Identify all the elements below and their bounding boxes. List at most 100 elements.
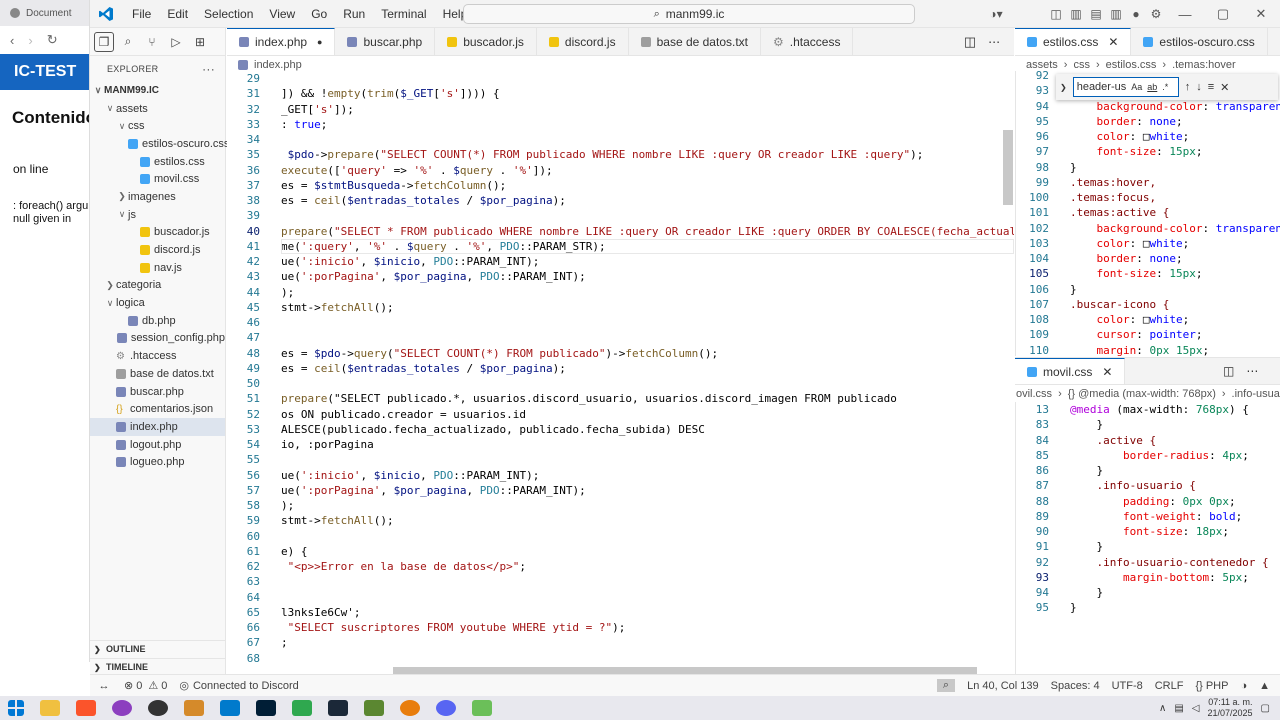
breadcrumb-item[interactable]: estilos.css <box>1106 59 1157 71</box>
vscode-taskbar-icon[interactable] <box>220 700 240 716</box>
tray-chevron-icon[interactable]: ∧ <box>1159 703 1166 714</box>
code-line[interactable]: io, :porPagina <box>281 437 1014 452</box>
search-view-icon[interactable]: ⌕ <box>118 32 138 52</box>
settings-gear-icon[interactable]: ⚙ <box>1146 7 1166 21</box>
code-line[interactable]: e) { <box>281 544 1014 559</box>
notifications-icon[interactable]: ▲ <box>1259 680 1270 692</box>
breadcrumb-item[interactable]: .info-usuar <box>1232 388 1280 400</box>
copilot-status-icon[interactable]: ◑ <box>1240 680 1247 692</box>
tree-item-nav-js[interactable]: nav.js <box>90 259 225 277</box>
tab-buscar-php[interactable]: buscar.php <box>335 28 436 55</box>
cursor-position[interactable]: Ln 40, Col 139 <box>967 680 1039 692</box>
account-icon[interactable]: ● <box>1126 7 1146 21</box>
camtasia-icon[interactable] <box>292 700 312 716</box>
encoding[interactable]: UTF-8 <box>1112 680 1143 692</box>
tree-item-logica[interactable]: ∨ logica <box>90 294 225 312</box>
tree-item-buscar-php[interactable]: buscar.php <box>90 383 225 401</box>
remote-icon[interactable]: ↔ <box>90 680 118 692</box>
error-icon[interactable]: ⊗ <box>124 679 133 692</box>
tree-item-estilos-css[interactable]: estilos.css <box>90 153 225 171</box>
code-line[interactable]: es = $stmtBusqueda->fetchColumn(); <box>281 178 1014 193</box>
code-line[interactable]: .temas:active { <box>1070 205 1280 220</box>
tree-item--htaccess[interactable]: ⚙ .htaccess <box>90 347 225 365</box>
vertical-scrollbar[interactable] <box>1003 130 1013 205</box>
breadcrumb-file[interactable]: index.php <box>254 59 302 71</box>
forward-icon[interactable]: › <box>28 33 32 48</box>
menu-selection[interactable]: Selection <box>196 7 261 21</box>
run-debug-icon[interactable]: ▷ <box>166 32 186 52</box>
tab--htaccess[interactable]: ⚙ .htaccess <box>761 28 854 55</box>
code-line[interactable] <box>281 376 1014 391</box>
minecraft-icon[interactable] <box>364 700 384 716</box>
code-line[interactable]: ue(':porPagina', $por_pagina, PDO::PARAM… <box>281 269 1014 284</box>
tab-estilos-oscuro-css[interactable]: estilos-oscuro.css <box>1131 28 1268 55</box>
breadcrumb-item[interactable]: .temas:hover <box>1172 59 1236 71</box>
tab-index-php[interactable]: index.php ● <box>227 28 336 55</box>
layout-icon[interactable]: ◫ <box>1046 7 1066 21</box>
close-find-icon[interactable]: ✕ <box>1220 81 1229 94</box>
code-line[interactable]: es = ceil($entradas_totales / $por_pagin… <box>281 193 1014 208</box>
code-line[interactable]: @media (max-width: 768px) { <box>1070 402 1280 417</box>
tree-item-index-php[interactable]: index.php <box>90 418 225 436</box>
main-code-editor[interactable]: 29 31 32 33 34 35 36 37 38 39 40 41 42 43 44 45 46 47 48 49… <box>227 71 1014 675</box>
command-center-search[interactable]: ⌕ manm99.ic <box>463 4 915 24</box>
tree-item-movil-css[interactable]: movil.css <box>90 170 225 188</box>
split-editor-icon[interactable]: ◫ <box>1223 364 1234 378</box>
tab-discord-js[interactable]: discord.js <box>537 28 629 55</box>
toggle-secondary-sidebar-icon[interactable]: ▥ <box>1106 7 1126 21</box>
steam-icon[interactable] <box>328 700 348 716</box>
code-line[interactable]: stmt->fetchAll(); <box>281 513 1014 528</box>
notepad-icon[interactable] <box>472 700 492 716</box>
close-tab-icon[interactable]: ✕ <box>1102 365 1112 379</box>
code-line[interactable] <box>281 132 1014 147</box>
photoshop-icon[interactable] <box>256 700 276 716</box>
line-ending[interactable]: CRLF <box>1155 680 1184 692</box>
code-line[interactable]: color: □white; <box>1070 129 1280 144</box>
extensions-icon[interactable]: ⊞ <box>190 32 210 52</box>
code-line[interactable]: margin: 0px 15px; <box>1070 343 1280 357</box>
tab-estilos-css[interactable]: estilos.css ✕ <box>1015 28 1132 55</box>
back-icon[interactable]: ‹ <box>10 33 14 48</box>
breadcrumb-item[interactable]: {} @media (max-width: 768px) <box>1068 388 1216 400</box>
estilos-css-editor[interactable]: 92 93 94 95 96 97 98 99 100 101 102 103 104 105 106 107… <box>1015 71 1280 356</box>
tree-item-logueo-php[interactable]: logueo.php <box>90 453 225 471</box>
code-line[interactable]: execute(['query' => '%' . $query . '%'])… <box>281 163 1014 178</box>
tree-item-discord-js[interactable]: discord.js <box>90 241 225 259</box>
zoom-icon[interactable]: ⌕ <box>936 679 956 692</box>
code-line[interactable]: color: □white; <box>1070 312 1280 327</box>
code-line[interactable]: ALESCE(publicado.fecha_actualizado, publ… <box>281 422 1014 437</box>
outline-section[interactable]: ❯ OUTLINE <box>90 640 226 657</box>
match-case-icon[interactable]: Aa <box>1131 82 1142 92</box>
reload-icon[interactable]: ↻ <box>47 32 58 48</box>
code-line[interactable]: background-color: transparent <box>1070 99 1280 114</box>
code-line[interactable]: } <box>1070 282 1280 297</box>
code-line[interactable]: ]) && !empty(trim($_GET['s']))) { <box>281 86 1014 101</box>
chrome-icon[interactable] <box>112 700 132 716</box>
language-mode[interactable]: PHP <box>1206 680 1229 692</box>
code-line[interactable] <box>281 452 1014 467</box>
code-line[interactable]: stmt->fetchAll(); <box>281 300 1014 315</box>
code-line[interactable]: "SELECT suscriptores FROM youtube WHERE … <box>281 620 1014 635</box>
code-line[interactable]: .temas:focus, <box>1070 190 1280 205</box>
toggle-sidebar-icon[interactable]: ▥ <box>1066 7 1086 21</box>
code-line[interactable] <box>281 529 1014 544</box>
network-icon[interactable]: ▤ <box>1174 703 1183 714</box>
code-line[interactable]: es = ceil($entradas_totales / $por_pagin… <box>281 361 1014 376</box>
find-input[interactable]: header-us Aa ab .* <box>1072 77 1179 97</box>
code-line[interactable]: ); <box>281 285 1014 300</box>
code-line[interactable]: ue(':porPagina', $por_pagina, PDO::PARAM… <box>281 483 1014 498</box>
code-line[interactable] <box>281 71 1014 86</box>
code-line[interactable]: font-size: 18px; <box>1070 524 1280 539</box>
whole-word-icon[interactable]: ab <box>1147 82 1157 92</box>
code-line[interactable] <box>281 330 1014 345</box>
github-desktop-icon[interactable] <box>148 700 168 716</box>
more-actions-icon[interactable]: ⋯ <box>988 35 1000 49</box>
code-line[interactable]: color: □white; <box>1070 236 1280 251</box>
site-brand[interactable]: IC-TEST <box>0 54 89 90</box>
source-control-icon[interactable]: ⑂ <box>142 32 162 52</box>
code-lines[interactable]: background-color: transparent border: no… <box>1070 71 1280 357</box>
find-in-selection-icon[interactable]: ≡ <box>1208 81 1214 93</box>
code-line[interactable]: os ON publicado.creador = usuarios.id <box>281 407 1014 422</box>
menu-go[interactable]: Go <box>303 7 335 21</box>
file-explorer-icon[interactable] <box>40 700 60 716</box>
